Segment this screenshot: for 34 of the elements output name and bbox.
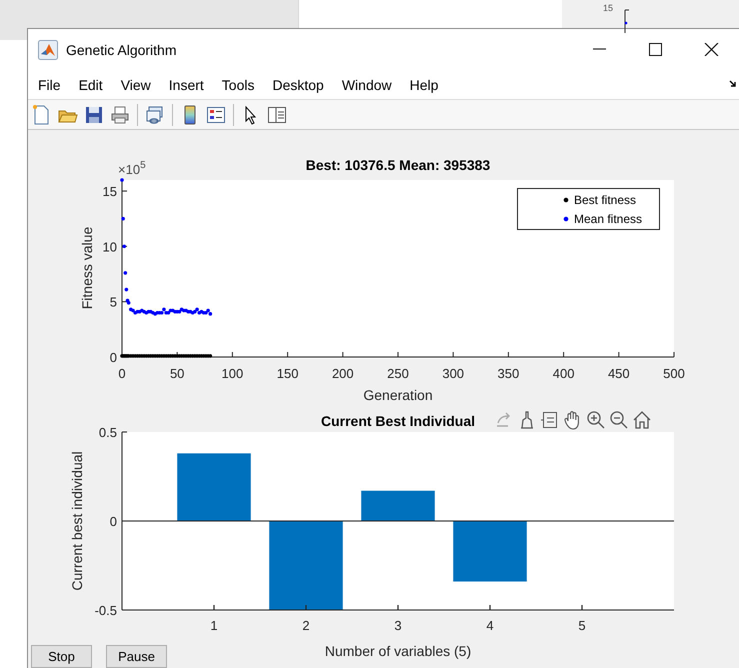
- tick-label: 150: [276, 366, 298, 381]
- tick-label: 0.5: [98, 425, 117, 440]
- chart-title: Current Best Individual: [320, 413, 476, 429]
- axis-label: Number of variables (5): [324, 643, 472, 659]
- axis-label: Fitness value: [79, 226, 95, 310]
- tick-label: 400: [552, 366, 574, 381]
- axis-exponent: ×10$^{5}$: [118, 160, 146, 177]
- axis-label: Generation: [363, 387, 433, 403]
- tick-label: 300: [442, 366, 464, 381]
- tick-label: 3: [394, 618, 402, 633]
- legend-label: Best fitness: [574, 193, 636, 207]
- tick-label: 0: [118, 366, 126, 381]
- tick-label: 0: [110, 514, 117, 529]
- tick-label: 5: [110, 294, 117, 310]
- tick-label: 450: [608, 366, 630, 381]
- tick-label: 15: [603, 3, 614, 13]
- tick-label: 200: [332, 366, 354, 381]
- tick-label: 15: [102, 184, 117, 200]
- window-title: Genetic Algorithm: [66, 42, 176, 58]
- tick-label: 2: [302, 618, 310, 633]
- tick-label: 4: [486, 618, 494, 633]
- axis-label: Current best individual: [69, 451, 85, 591]
- tick-label: 500: [663, 366, 685, 381]
- chart-title: Best: 10376.5 Mean: 395383: [306, 157, 490, 173]
- legend-label: Mean fitness: [574, 212, 642, 226]
- tick-label: 0: [110, 350, 117, 365]
- tick-label: 50: [170, 366, 184, 381]
- tick-label: 10: [102, 239, 117, 254]
- tick-label: 1: [210, 618, 218, 633]
- tick-label: 100: [222, 366, 244, 381]
- tick-label: 5: [578, 618, 586, 633]
- tick-label: 350: [498, 366, 520, 381]
- tick-label: 250: [387, 366, 409, 381]
- tick-label: -0.5: [94, 603, 117, 618]
